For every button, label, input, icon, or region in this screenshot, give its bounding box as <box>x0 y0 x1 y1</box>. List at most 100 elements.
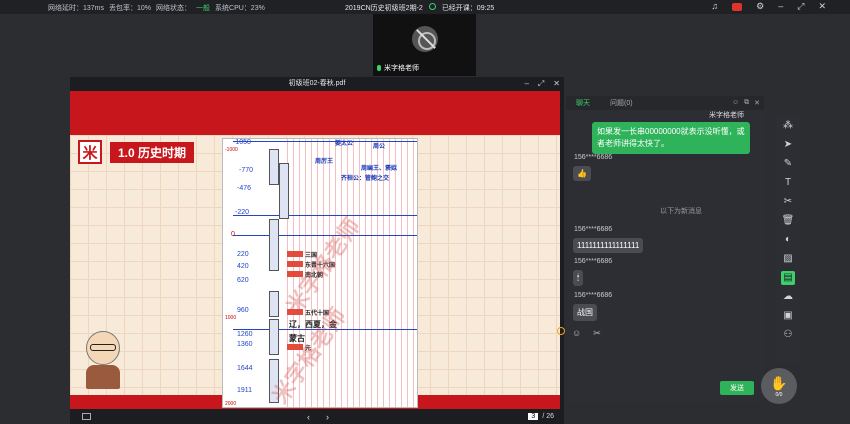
video-name-tag: 米字格老师 <box>377 63 419 73</box>
slide-page: 米 1.0 历史时期 -1050 -1000 -770 -476 -220 0 … <box>70 91 560 409</box>
year-label: 1000 <box>225 315 237 321</box>
timeline-label: 齐桓公：管鲍之交 <box>341 176 390 182</box>
pdf-viewer: 初级班02-春秋.pdf – ⤢ ✕ 米 1.0 历史时期 -1050 -100… <box>70 77 565 424</box>
minimize-icon[interactable]: – <box>778 1 783 12</box>
page-nav: ‹ › <box>307 412 329 422</box>
pdf-window-controls: – ⤢ ✕ <box>524 77 560 91</box>
teacher-msg-name: 米字格老师 <box>709 112 744 119</box>
chat-input-tools: ☺ ✂ <box>572 328 601 339</box>
slide-top-banner <box>70 91 560 135</box>
window-controls: ♫ ⚙ – ⤢ ✕ <box>711 1 826 12</box>
chart-icon[interactable]: ▨ <box>781 252 795 266</box>
tab-questions[interactable]: 问题(0) <box>600 98 643 108</box>
chat-close-icon[interactable]: ✕ <box>754 99 760 107</box>
dynasty-box <box>269 219 279 271</box>
volume-icon[interactable]: ◐ <box>781 233 795 247</box>
message-bubble: 1111111111111111 <box>573 238 644 253</box>
hand-count: 0/0 <box>775 391 783 398</box>
year-label: 1911 <box>237 387 253 394</box>
pdf-filename: 初级班02-春秋.pdf <box>288 80 346 87</box>
hand-icon: ✋ <box>770 374 788 391</box>
pen-icon[interactable]: ✎ <box>781 157 795 171</box>
gear-icon[interactable]: ⚙ <box>756 1 764 12</box>
scissors-tool-icon[interactable]: ✂ <box>781 195 795 209</box>
pdf-close-icon[interactable]: ✕ <box>553 77 560 91</box>
raise-hand-button[interactable]: ✋ 0/0 <box>761 368 797 404</box>
avatar-body <box>86 365 120 389</box>
scissors-icon[interactable]: ✂ <box>593 328 601 339</box>
class-title-area: 2019CN历史初级班2期-2 已经开课：09:25 <box>345 3 494 13</box>
prev-page-icon[interactable]: ‹ <box>307 412 310 422</box>
new-message-divider: 以下为新消息 <box>660 208 702 215</box>
class-title: 2019CN历史初级班2期-2 <box>345 5 423 12</box>
cursor-icon[interactable]: ➤ <box>781 138 795 152</box>
message-bubble: 👍 <box>573 166 591 181</box>
chat-icon[interactable]: ▤ <box>781 271 795 285</box>
message-sender: 156****6686 <box>574 226 613 233</box>
page-total: / 26 <box>542 413 554 420</box>
dynasty-box <box>269 319 279 355</box>
text-icon[interactable]: T <box>781 176 795 190</box>
send-button[interactable]: 发送 <box>720 381 754 395</box>
page-info: 3 / 26 <box>528 413 554 420</box>
message-bubble: 战国 <box>573 304 597 321</box>
next-page-icon[interactable]: › <box>326 412 329 422</box>
maximize-icon[interactable]: ⤢ <box>797 1 804 12</box>
thumbnail-icon[interactable] <box>82 413 91 420</box>
close-icon[interactable]: ✕ <box>818 1 826 12</box>
slide-heading-bar: 米 1.0 历史时期 <box>78 140 198 164</box>
network-stats: 网络延时：137ms 丢包率：10% 网络状态： 一般 系统CPU：23% <box>48 3 265 13</box>
teacher-avatar <box>80 331 126 391</box>
clock-icon <box>428 3 436 10</box>
timeline-chart: -1050 -1000 -770 -476 -220 0 220 420 620… <box>222 138 418 408</box>
year-label: -220 <box>235 209 250 216</box>
class-time: 已经开课：09:25 <box>441 5 495 12</box>
trash-icon[interactable]: 🗑 <box>781 214 795 228</box>
top-status-bar: 网络延时：137ms 丢包率：10% 网络状态： 一般 系统CPU：23% 20… <box>0 0 850 14</box>
year-label: -770 <box>239 167 254 174</box>
pdf-minimize-icon[interactable]: – <box>524 77 528 91</box>
chat-messages: 米字格老师 如果发一长串00000000就表示没听懂，或者老师讲得太快了。 15… <box>566 110 764 380</box>
dynasty-box <box>269 149 279 185</box>
pdf-fullscreen-icon[interactable]: ⤢ <box>538 77 544 91</box>
teacher-message: 如果发一长串00000000就表示没听懂，或者老师讲得太快了。 <box>592 122 750 154</box>
chat-controls: ☺ ⧉ ✕ <box>732 99 760 107</box>
dynasty-box <box>269 291 279 317</box>
timeline-label: 周厉王 <box>315 159 334 165</box>
period-bar <box>287 251 303 257</box>
year-label: 960 <box>237 307 249 314</box>
net-status-value: 一般 <box>196 5 211 12</box>
avatar-glasses <box>90 344 116 351</box>
smile-icon[interactable]: ☺ <box>732 99 739 107</box>
pointer-cursor-icon <box>557 327 565 335</box>
year-label: 1644 <box>237 365 253 372</box>
timeline-line <box>233 215 417 216</box>
mic-icon <box>377 65 381 71</box>
cpu-text: 系统CPU：23% <box>215 5 265 12</box>
year-label: -476 <box>237 185 252 192</box>
cloud-icon[interactable]: ☁ <box>781 290 795 304</box>
record-icon[interactable] <box>732 3 743 11</box>
page-number-input[interactable]: 3 <box>528 413 539 420</box>
laser-pointer-icon[interactable]: ⁂ <box>781 119 795 133</box>
timeline-line <box>233 141 417 142</box>
year-label: 620 <box>237 277 249 284</box>
message-sender: 156****6686 <box>574 292 613 299</box>
packet-loss-text: 丢包率：10% <box>109 5 152 12</box>
tab-chat[interactable]: 聊天 <box>566 98 600 108</box>
year-label: 220 <box>237 251 249 258</box>
popout-icon[interactable]: ⧉ <box>744 99 749 107</box>
message-sender: 156****6686 <box>574 258 613 265</box>
toolbox-icon[interactable]: ▣ <box>781 309 795 323</box>
message-sender: 156****6686 <box>574 154 613 161</box>
emoji-icon[interactable]: ☺ <box>572 328 581 339</box>
bell-icon[interactable]: ♫ <box>711 1 718 12</box>
video-teacher-name: 米字格老师 <box>384 65 419 72</box>
year-label: 2000 <box>225 401 237 407</box>
year-label: -1000 <box>225 147 238 153</box>
users-icon[interactable]: ⚇ <box>781 328 795 342</box>
latency-text: 网络延时：137ms <box>48 5 105 12</box>
pdf-pager: ‹ › 3 / 26 <box>70 409 564 424</box>
logo-icon: 米 <box>78 140 102 164</box>
whiteboard-toolbar: ⁂ ➤ ✎ T ✂ 🗑 ◐ ▨ ▤ ☁ ▣ ⚇ <box>775 114 801 362</box>
